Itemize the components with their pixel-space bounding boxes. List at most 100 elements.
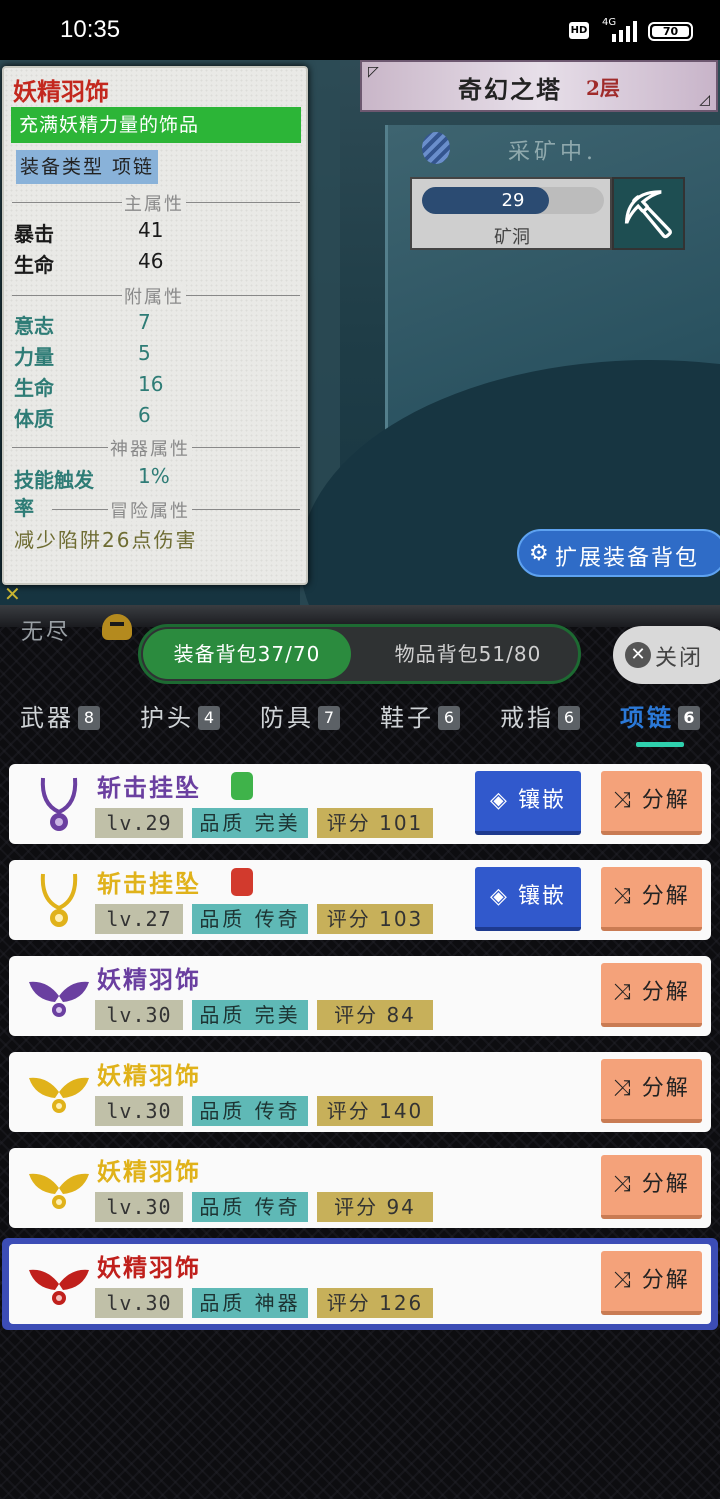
bag-toggle: 装备背包37/70 物品背包51/80 bbox=[138, 624, 581, 684]
list-item[interactable]: 斩击挂坠 lv.27 品质 传奇 评分 103 ◈ 镶嵌 ⤨ 分解 bbox=[9, 860, 711, 940]
tab-necklace[interactable]: 项链 6 bbox=[620, 698, 700, 738]
section-title: 神器属性 bbox=[108, 435, 192, 460]
mine-progress-box[interactable]: 29 矿洞 bbox=[410, 177, 612, 250]
tab-shoes[interactable]: 鞋子 6 bbox=[380, 698, 460, 738]
attr-key: 意志 bbox=[14, 314, 54, 338]
decompose-label: 分解 bbox=[641, 1268, 690, 1293]
item-score: 评分 101 bbox=[317, 808, 433, 838]
tab-label: 护头 bbox=[140, 704, 194, 732]
item-name: 斩击挂坠 bbox=[97, 773, 201, 802]
tab-count: 6 bbox=[678, 706, 700, 730]
wing-necklace-icon bbox=[29, 1077, 89, 1113]
decompose-button[interactable]: ⤨ 分解 bbox=[601, 1155, 702, 1219]
attr-key: 力量 bbox=[14, 345, 54, 369]
status-bar: 10:35 HD 4G 70 bbox=[0, 0, 720, 60]
wing-necklace-icon bbox=[29, 981, 89, 1017]
tower-floor: 2层 bbox=[586, 76, 620, 100]
list-item[interactable]: 妖精羽饰 lv.30 品质 传奇 评分 140 ⤨ 分解 bbox=[9, 1052, 711, 1132]
item-level: lv.27 bbox=[95, 904, 183, 934]
mine-icon[interactable]: ⛏ bbox=[612, 177, 685, 250]
attr-value: 46 bbox=[138, 249, 164, 273]
expand-bag-label: 扩展装备背包 bbox=[555, 546, 700, 571]
tower-banner[interactable]: ◸ 奇幻之塔 2层 ◿ bbox=[360, 60, 718, 112]
pendant-icon bbox=[40, 777, 78, 831]
close-icon[interactable]: ✕ bbox=[4, 582, 21, 606]
attr-value: 16 bbox=[138, 372, 164, 396]
expand-bag-button[interactable]: ⚙ 扩展装备背包 bbox=[517, 529, 720, 577]
ghost-icon[interactable] bbox=[102, 614, 132, 640]
list-item[interactable]: 妖精羽饰 lv.30 品质 传奇 评分 94 ⤨ 分解 bbox=[9, 1148, 711, 1228]
mine-progress-value: 29 bbox=[501, 190, 525, 211]
clock: 10:35 bbox=[60, 16, 121, 43]
decompose-label: 分解 bbox=[641, 980, 690, 1005]
attr-value: 7 bbox=[138, 310, 151, 334]
pendant-icon bbox=[40, 873, 78, 927]
item-level: lv.30 bbox=[95, 1288, 183, 1318]
category-tabs: 武器 8 护头 4 防具 7 鞋子 6 戒指 6 项链 6 bbox=[0, 698, 720, 750]
close-button[interactable]: ✕ 关闭 bbox=[613, 626, 720, 684]
tooltip-type: 装备类型 项链 bbox=[16, 150, 159, 184]
close-icon: ✕ bbox=[625, 642, 651, 668]
tab-label: 武器 bbox=[20, 704, 74, 732]
mining-status: 采矿中. bbox=[508, 140, 597, 165]
section-title: 冒险属性 bbox=[108, 497, 192, 522]
gem-icon bbox=[231, 772, 253, 800]
tab-label: 鞋子 bbox=[380, 704, 434, 732]
tab-count: 6 bbox=[438, 706, 460, 730]
mine-progress-bar: 29 bbox=[422, 187, 604, 214]
section-artifact: 神器属性 bbox=[12, 435, 300, 460]
decompose-button[interactable]: ⤨ 分解 bbox=[601, 1059, 702, 1123]
wing-necklace-icon bbox=[29, 1269, 89, 1305]
list-item[interactable]: 斩击挂坠 lv.29 品质 完美 评分 101 ◈ 镶嵌 ⤨ 分解 bbox=[9, 764, 711, 844]
attr-value: 5 bbox=[138, 341, 151, 365]
item-name: 斩击挂坠 bbox=[97, 869, 201, 898]
corner-icon: ◿ bbox=[699, 92, 710, 108]
decompose-button[interactable]: ⤨ 分解 bbox=[601, 1251, 702, 1315]
attr-value: 41 bbox=[138, 218, 164, 242]
tab-count: 7 bbox=[318, 706, 340, 730]
tab-equipment-bag[interactable]: 装备背包37/70 bbox=[143, 629, 351, 679]
endless-label[interactable]: 无尽 bbox=[21, 614, 71, 646]
tooltip-description: 充满妖精力量的饰品 bbox=[11, 107, 301, 143]
tab-weapon[interactable]: 武器 8 bbox=[20, 698, 100, 738]
embed-label: 镶嵌 bbox=[517, 884, 566, 909]
attr-value: 1% bbox=[138, 464, 170, 488]
hd-icon: HD bbox=[569, 22, 589, 39]
decompose-button[interactable]: ⤨ 分解 bbox=[601, 771, 702, 835]
embed-button[interactable]: ◈ 镶嵌 bbox=[475, 867, 581, 931]
item-quality: 品质 神器 bbox=[192, 1288, 308, 1318]
mining-spinner-icon bbox=[422, 132, 450, 164]
embed-label: 镶嵌 bbox=[517, 788, 566, 813]
decompose-label: 分解 bbox=[641, 1172, 690, 1197]
item-name: 妖精羽饰 bbox=[97, 1157, 201, 1186]
decompose-button[interactable]: ⤨ 分解 bbox=[601, 867, 702, 931]
item-quality: 品质 传奇 bbox=[192, 904, 308, 934]
list-item[interactable]: 妖精羽饰 lv.30 品质 完美 评分 84 ⤨ 分解 bbox=[9, 956, 711, 1036]
tab-helmet[interactable]: 护头 4 bbox=[140, 698, 220, 738]
item-quality: 品质 完美 bbox=[192, 808, 308, 838]
section-main-attrs: 主属性 bbox=[12, 190, 300, 215]
decompose-label: 分解 bbox=[641, 1076, 690, 1101]
tab-selected-indicator bbox=[636, 742, 684, 747]
tab-item-bag[interactable]: 物品背包51/80 bbox=[363, 629, 573, 679]
decompose-button[interactable]: ⤨ 分解 bbox=[601, 963, 702, 1027]
attr-key: 暴击 bbox=[14, 222, 54, 246]
battery-level: 70 bbox=[652, 26, 689, 37]
item-level: lv.30 bbox=[95, 1000, 183, 1030]
tab-ring[interactable]: 戒指 6 bbox=[500, 698, 580, 738]
section-sub-attrs: 附属性 bbox=[12, 283, 300, 308]
item-score: 评分 84 bbox=[317, 1000, 433, 1030]
decompose-label: 分解 bbox=[641, 788, 690, 813]
section-title: 主属性 bbox=[122, 190, 186, 215]
tab-armor[interactable]: 防具 7 bbox=[260, 698, 340, 738]
list-item-body: 妖精羽饰 lv.30 品质 神器 评分 126 ⤨ 分解 bbox=[9, 1244, 711, 1324]
attr-key: 生命 bbox=[14, 253, 54, 277]
close-label: 关闭 bbox=[655, 646, 704, 671]
item-level: lv.30 bbox=[95, 1096, 183, 1126]
mine-location: 矿洞 bbox=[494, 227, 530, 248]
decompose-label: 分解 bbox=[641, 884, 690, 909]
attr-key: 生命 bbox=[14, 376, 54, 400]
embed-button[interactable]: ◈ 镶嵌 bbox=[475, 771, 581, 835]
list-item-selected[interactable]: 妖精羽饰 lv.30 品质 神器 评分 126 ⤨ 分解 bbox=[2, 1238, 718, 1330]
item-quality: 品质 传奇 bbox=[192, 1192, 308, 1222]
